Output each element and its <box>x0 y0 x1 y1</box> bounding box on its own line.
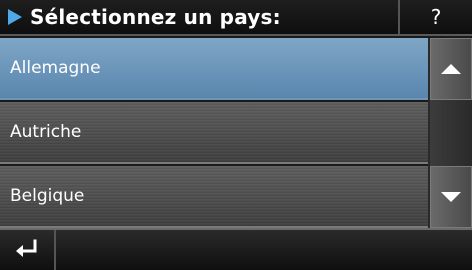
list-item-belgique[interactable]: Belgique <box>0 166 428 228</box>
country-selection-screen: Sélectionnez un pays: ? Allemagne Autric… <box>0 0 472 270</box>
list-item-label: Autriche <box>10 122 82 142</box>
play-icon <box>8 9 22 25</box>
list-item-label: Allemagne <box>10 58 101 78</box>
country-list: Allemagne Autriche Belgique <box>0 38 428 228</box>
arrow-down-icon <box>441 192 461 202</box>
list-item-allemagne[interactable]: Allemagne <box>0 38 428 100</box>
header-divider <box>0 34 472 36</box>
page-title: Sélectionnez un pays: <box>0 0 396 34</box>
help-button[interactable]: ? <box>398 0 472 34</box>
arrow-up-icon <box>441 64 461 74</box>
page-title-text: Sélectionnez un pays: <box>30 5 281 29</box>
scrollbar[interactable] <box>428 38 472 228</box>
scroll-down-button[interactable] <box>430 166 472 228</box>
bottom-bar <box>0 228 472 270</box>
list-item-label: Belgique <box>10 186 85 206</box>
back-button[interactable] <box>0 230 56 270</box>
return-arrow-icon <box>16 239 37 257</box>
header-bar: Sélectionnez un pays: ? <box>0 0 472 34</box>
list-item-autriche[interactable]: Autriche <box>0 102 428 164</box>
scroll-up-button[interactable] <box>430 38 472 100</box>
